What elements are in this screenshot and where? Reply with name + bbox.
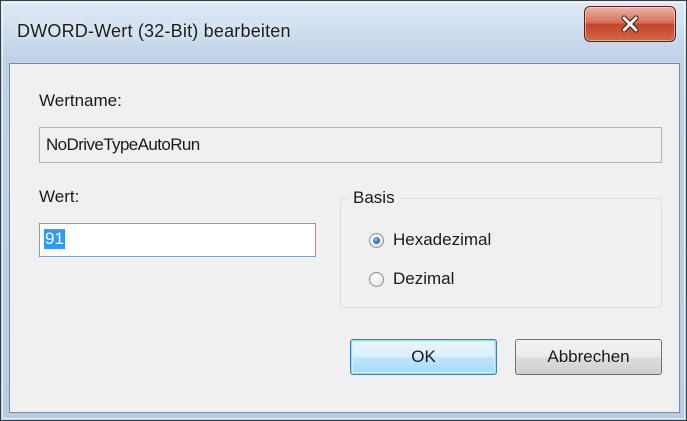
value-name-label: Wertname: bbox=[39, 91, 122, 110]
radio-hexadecimal[interactable]: Hexadezimal bbox=[369, 230, 491, 250]
base-group-title: Basis bbox=[348, 188, 400, 208]
cancel-button[interactable]: Abbrechen bbox=[515, 339, 662, 375]
close-x-icon bbox=[620, 15, 640, 33]
value-name-field: NoDriveTypeAutoRun bbox=[39, 127, 662, 163]
close-button[interactable] bbox=[584, 6, 676, 42]
radio-decimal-label: Dezimal bbox=[393, 269, 455, 288]
dialog-body: Wertname: NoDriveTypeAutoRun Wert: 91 Ba… bbox=[9, 63, 680, 413]
value-data-label: Wert: bbox=[39, 187, 80, 206]
radio-unchecked-icon bbox=[369, 271, 384, 287]
base-groupbox bbox=[340, 198, 662, 308]
window-title: DWORD-Wert (32-Bit) bearbeiten bbox=[17, 21, 291, 41]
value-data-input[interactable]: 91 bbox=[39, 223, 316, 257]
selected-value-text: 91 bbox=[44, 229, 65, 249]
dialog-window: DWORD-Wert (32-Bit) bearbeiten Wertname:… bbox=[0, 0, 687, 421]
radio-checked-icon bbox=[369, 232, 384, 248]
radio-decimal[interactable]: Dezimal bbox=[369, 269, 454, 289]
radio-hexadecimal-label: Hexadezimal bbox=[393, 230, 492, 249]
ok-button[interactable]: OK bbox=[350, 339, 497, 375]
